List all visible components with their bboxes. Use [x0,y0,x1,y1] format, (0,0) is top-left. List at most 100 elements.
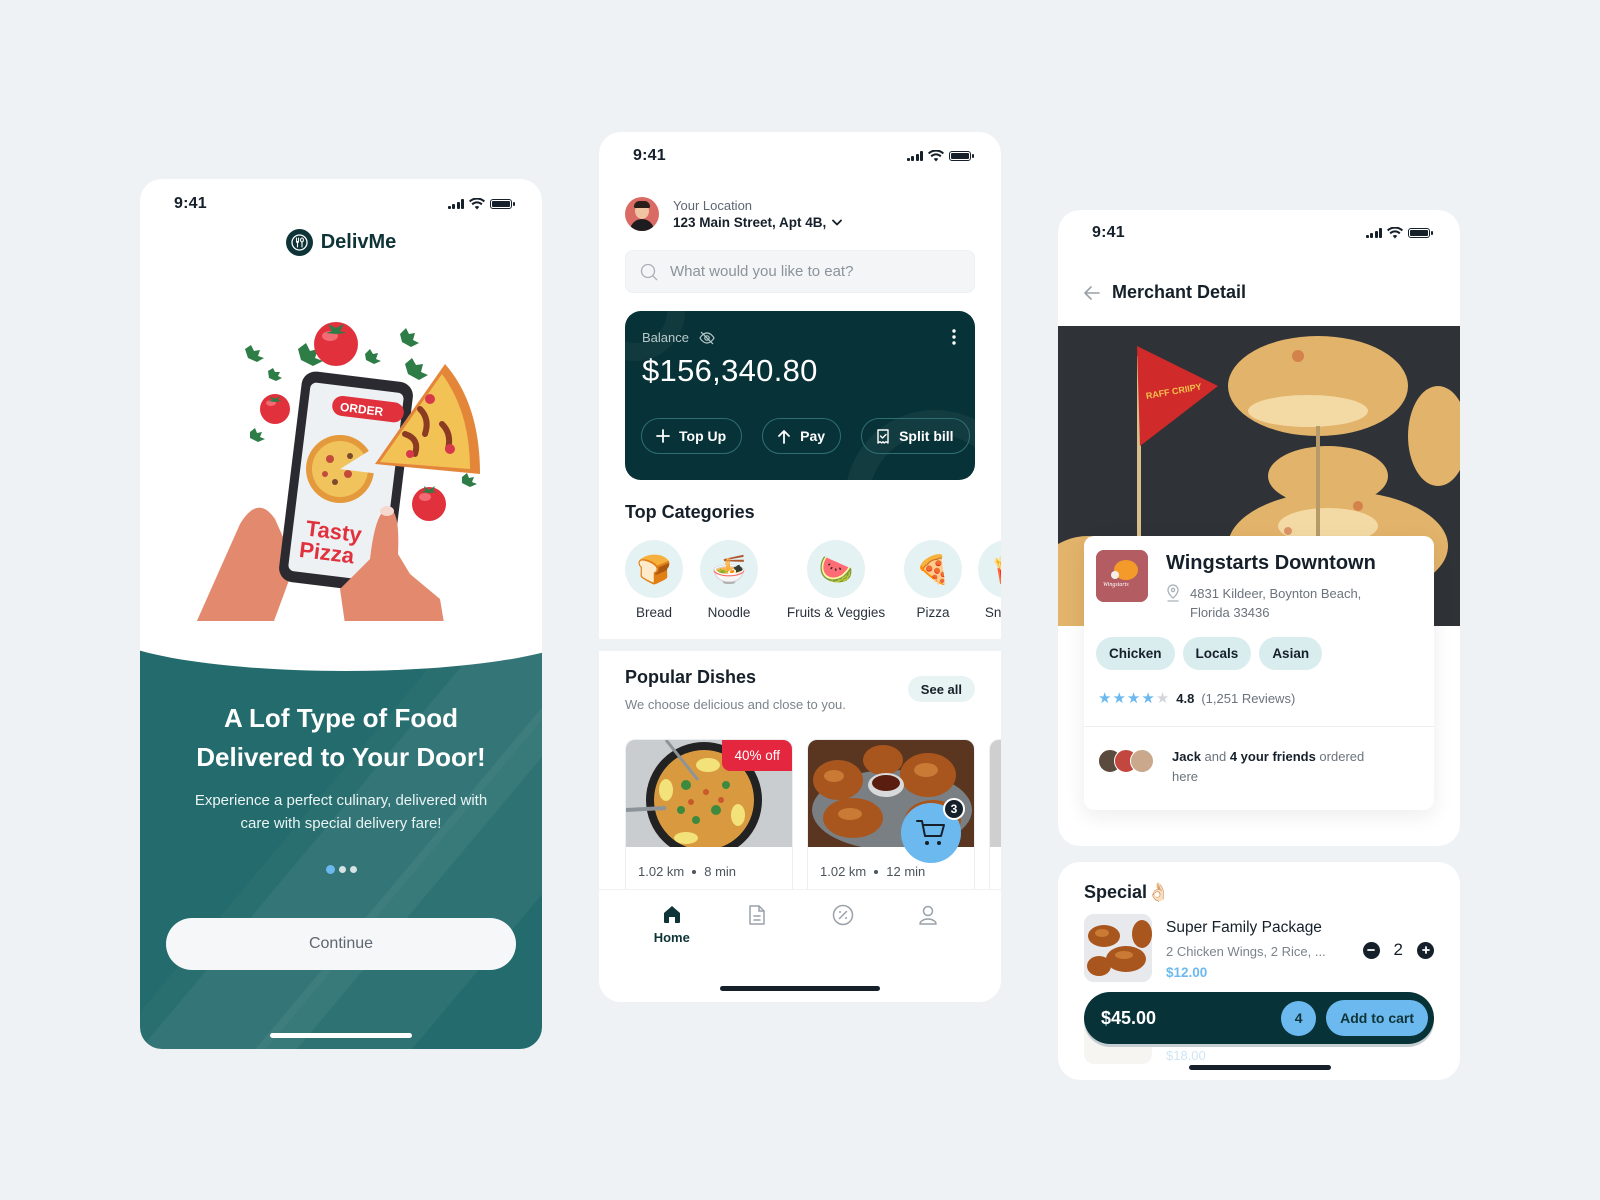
svg-text:Wingstarts: Wingstarts [1103,582,1129,588]
fruits-icon: 🍉 [807,540,865,598]
merchant-tags: Chicken Locals Asian [1096,637,1323,670]
fork-spoon-logo-icon [285,229,313,256]
pay-button[interactable]: Pay [762,418,842,454]
menu-item-name: Super Family Package [1166,919,1322,936]
quantity-value: 2 [1393,940,1403,959]
special-section: Special👌🏻 Super Family Package 2 Chicken… [1058,862,1460,1080]
brand-header: DelivMe [140,229,542,256]
location-label: Your Location [673,198,753,213]
special-title: Special👌🏻 [1084,882,1170,902]
search-bar[interactable] [625,250,975,293]
tab-home[interactable]: Home [642,890,702,979]
wifi-icon [1387,227,1403,239]
merchant-logo: Wingstarts [1096,550,1148,602]
category-noodle[interactable]: 🍜 Noodle [700,540,758,620]
friend-count: 4 your friends [1229,749,1316,764]
pizza-icon: 🍕 [904,540,962,598]
onboarding-screen: 9:41 DelivMe ORDER Tasty Pizza A Lof Typ… [140,179,542,1049]
home-indicator [720,986,880,991]
increase-button[interactable] [1417,941,1434,959]
home-icon [663,906,680,923]
onboarding-subtitle: Experience a perfect culinary, delivered… [194,792,488,832]
page-dot[interactable] [338,866,346,873]
merchant-rating[interactable]: ★ ★ ★ ★ ★ 4.8 (1,251 Reviews) [1098,691,1295,706]
friend-name: Jack [1172,749,1201,764]
discount-badge: 40% off [722,740,792,771]
quantity-stepper: 2 [1362,940,1434,960]
category-bread[interactable]: 🍞 Bread [625,540,683,620]
battery-icon [490,199,515,209]
menu-item-image [1084,914,1152,982]
page-indicator [140,865,542,874]
discount-icon [832,904,853,926]
merchant-info-card: Wingstarts Wingstarts Downtown 4831 Kild… [1084,536,1434,810]
category-pizza[interactable]: 🍕 Pizza [904,540,962,620]
plus-icon [1421,946,1430,954]
star-icon: ★ [1126,690,1141,707]
minus-icon [1367,949,1375,951]
home-indicator [1189,1065,1331,1070]
star-icon: ★ [1112,690,1126,707]
avatar[interactable] [625,197,659,231]
merchant-address: 4831 Kildeer, Boynton Beach, Florida 334… [1190,586,1362,620]
back-arrow-icon[interactable] [1084,285,1100,300]
tab-profile[interactable] [898,890,958,979]
category-fruits-veggies[interactable]: 🍉 Fruits & Veggies [786,540,886,620]
tag-chicken[interactable]: Chicken [1096,637,1175,670]
chevron-down-icon[interactable] [832,219,843,226]
page-dot[interactable] [349,866,357,873]
merchant-detail-screen: 9:41 Merchant Detail RAFF CRIIPY Wingsta… [1058,210,1460,1080]
receipt-icon [877,428,889,444]
rating-score: 4.8 [1176,691,1195,706]
category-list: 🍞 Bread 🍜 Noodle 🍉 Fruits & Veggies 🍕 Pi… [625,540,1001,620]
status-bar: 9:41 [599,146,1001,166]
brand-name: DelivMe [320,231,397,253]
search-input[interactable] [670,263,974,280]
add-to-cart-button[interactable]: Add to cart [1326,1000,1428,1036]
review-count: (1,251 Reviews) [1201,691,1296,706]
more-vertical-icon[interactable] [951,329,957,345]
cart-summary-bar: $45.00 4 Add to cart [1084,992,1434,1044]
dish-time: 8 min [704,864,737,879]
popular-dishes-title: Popular Dishes [625,667,757,687]
star-empty-icon: ★ [1155,690,1170,707]
dish-card-partial[interactable] [989,739,1001,889]
signal-icon [1365,228,1382,238]
tab-orders[interactable] [727,890,787,979]
tab-promo[interactable] [813,890,873,979]
tag-asian[interactable]: Asian [1259,637,1323,670]
eye-off-icon[interactable] [699,331,715,345]
popular-dishes-subtitle: We choose delicious and close to you. [625,697,846,712]
document-icon [749,905,765,925]
page-dot-active[interactable] [325,865,335,874]
see-all-button[interactable]: See all [907,676,975,702]
location-selector[interactable]: Your Location 123 Main Street, Apt 4B, [625,197,843,231]
split-bill-button[interactable]: Split bill [861,418,970,454]
friend-avatars [1098,749,1158,787]
menu-item[interactable]: Super Family Package 2 Chicken Wings, 2 … [1084,914,1434,982]
friend-avatar [1130,749,1154,773]
status-time: 9:41 [1092,224,1125,241]
menu-item-description: 2 Chicken Wings, 2 Rice, ... [1166,944,1326,959]
dish-distance: 1.02 km [820,864,867,879]
decrease-button[interactable] [1362,941,1380,959]
menu-item-price: $12.00 [1166,965,1208,980]
bottom-tab-bar: Home [599,889,1001,979]
location-pin-icon [1167,584,1179,602]
continue-button[interactable]: Continue [166,918,516,970]
dish-time: 12 min [886,864,926,879]
top-up-button[interactable]: Top Up [641,418,743,454]
dish-card[interactable]: 40% off 1.02 km 8 min [625,739,793,889]
onboarding-panel: A Lof Type of Food Delivered to Your Doo… [140,621,542,1049]
friends-ordered: Jack and 4 your friends ordered here [1098,747,1372,787]
battery-icon [1408,228,1433,238]
menu-item-price: $18.00 [1166,1048,1206,1063]
status-time: 9:41 [633,147,666,164]
category-snacks[interactable]: 🍟 Snacks [978,540,1001,620]
arrow-up-icon [778,429,791,444]
signal-icon [447,199,464,209]
top-categories-title: Top Categories [625,502,755,522]
status-bar: 9:41 [140,194,542,214]
tag-locals[interactable]: Locals [1182,637,1252,670]
onboarding-title: A Lof Type of Food Delivered to Your Doo… [196,703,486,772]
